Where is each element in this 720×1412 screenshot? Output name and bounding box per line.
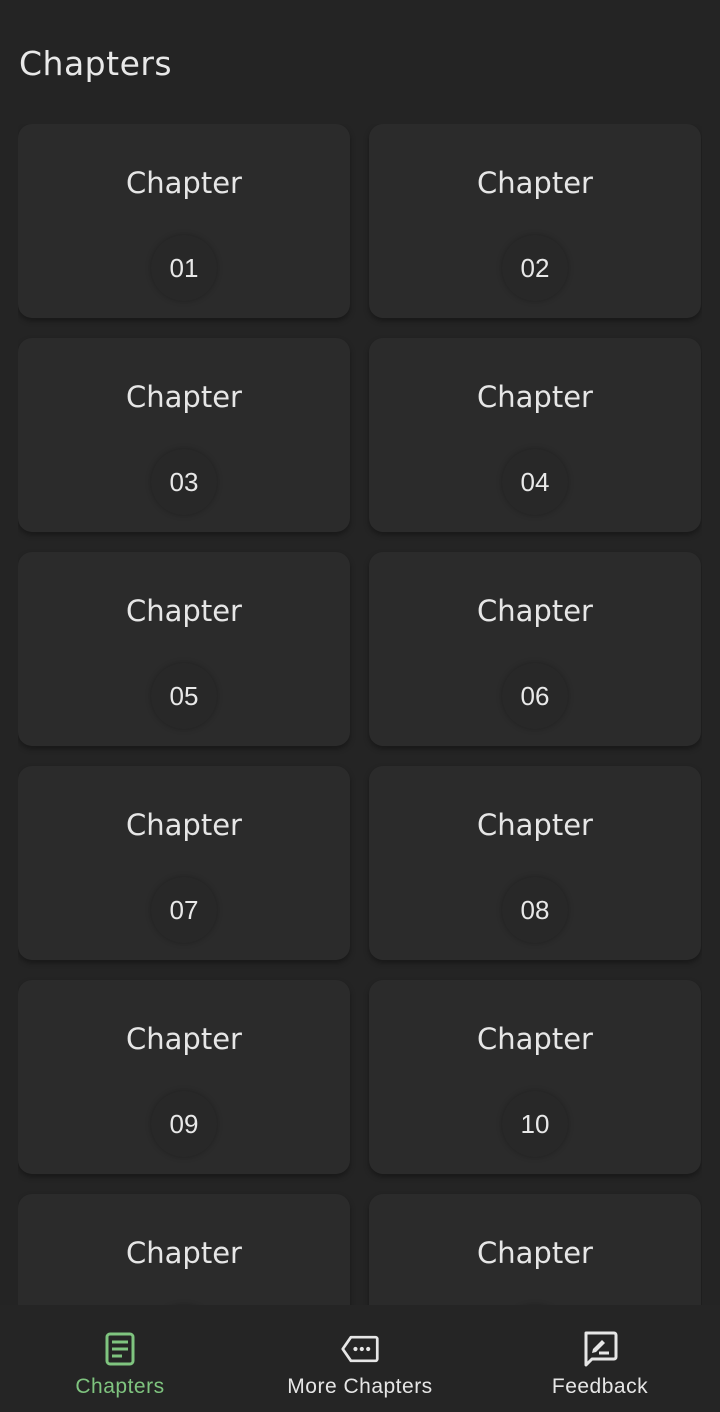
chapter-grid[interactable]: Chapter 01 Chapter 02 Chapter 03 Chapter 04 Chap…: [18, 124, 702, 1305]
chapter-card[interactable]: Chapter 09: [18, 980, 350, 1174]
chapter-number-badge: 06: [502, 663, 568, 729]
chapter-label: Chapter: [126, 166, 242, 200]
chapter-card[interactable]: Chapter 05: [18, 552, 350, 746]
nav-label: Chapters: [75, 1375, 165, 1398]
chapter-card[interactable]: Chapter 02: [369, 124, 701, 318]
nav-label: More Chapters: [287, 1375, 433, 1398]
chapter-number-badge: 03: [151, 449, 217, 515]
chapter-label: Chapter: [477, 1236, 593, 1270]
chapter-card[interactable]: Chapter: [369, 1194, 701, 1305]
chapter-label: Chapter: [477, 380, 593, 414]
chapter-label: Chapter: [477, 166, 593, 200]
chapter-number-badge: 10: [502, 1091, 568, 1157]
chapter-number-badge: 01: [151, 235, 217, 301]
chapter-label: Chapter: [126, 1236, 242, 1270]
more-tag-icon: [341, 1335, 379, 1363]
bottom-navigation: Chapters More Chapters Feedback: [0, 1305, 720, 1412]
chapter-number-badge: 09: [151, 1091, 217, 1157]
chapter-number-badge: 05: [151, 663, 217, 729]
chapter-card[interactable]: Chapter: [18, 1194, 350, 1305]
page-title: Chapters: [19, 44, 173, 83]
chapter-label: Chapter: [126, 808, 242, 842]
nav-label: Feedback: [551, 1375, 649, 1398]
chapter-number-badge: 04: [502, 449, 568, 515]
chapter-number-badge: 07: [151, 877, 217, 943]
chapter-label: Chapter: [126, 594, 242, 628]
chapter-card[interactable]: Chapter 01: [18, 124, 350, 318]
chapter-card[interactable]: Chapter 03: [18, 338, 350, 532]
chapter-card[interactable]: Chapter 07: [18, 766, 350, 960]
nav-chapters[interactable]: Chapters: [0, 1305, 240, 1412]
article-icon: [105, 1332, 135, 1366]
chapter-number-badge: 02: [502, 235, 568, 301]
nav-feedback[interactable]: Feedback: [480, 1305, 720, 1412]
chapter-label: Chapter: [126, 1022, 242, 1056]
chapter-card[interactable]: Chapter 08: [369, 766, 701, 960]
nav-more-chapters[interactable]: More Chapters: [240, 1305, 480, 1412]
chapter-card[interactable]: Chapter 06: [369, 552, 701, 746]
chapter-card[interactable]: Chapter 04: [369, 338, 701, 532]
chapter-label: Chapter: [126, 380, 242, 414]
chapter-number-badge: 08: [502, 877, 568, 943]
feedback-icon: [584, 1331, 618, 1367]
chapter-label: Chapter: [477, 808, 593, 842]
chapter-label: Chapter: [477, 594, 593, 628]
chapter-label: Chapter: [477, 1022, 593, 1056]
chapter-card[interactable]: Chapter 10: [369, 980, 701, 1174]
